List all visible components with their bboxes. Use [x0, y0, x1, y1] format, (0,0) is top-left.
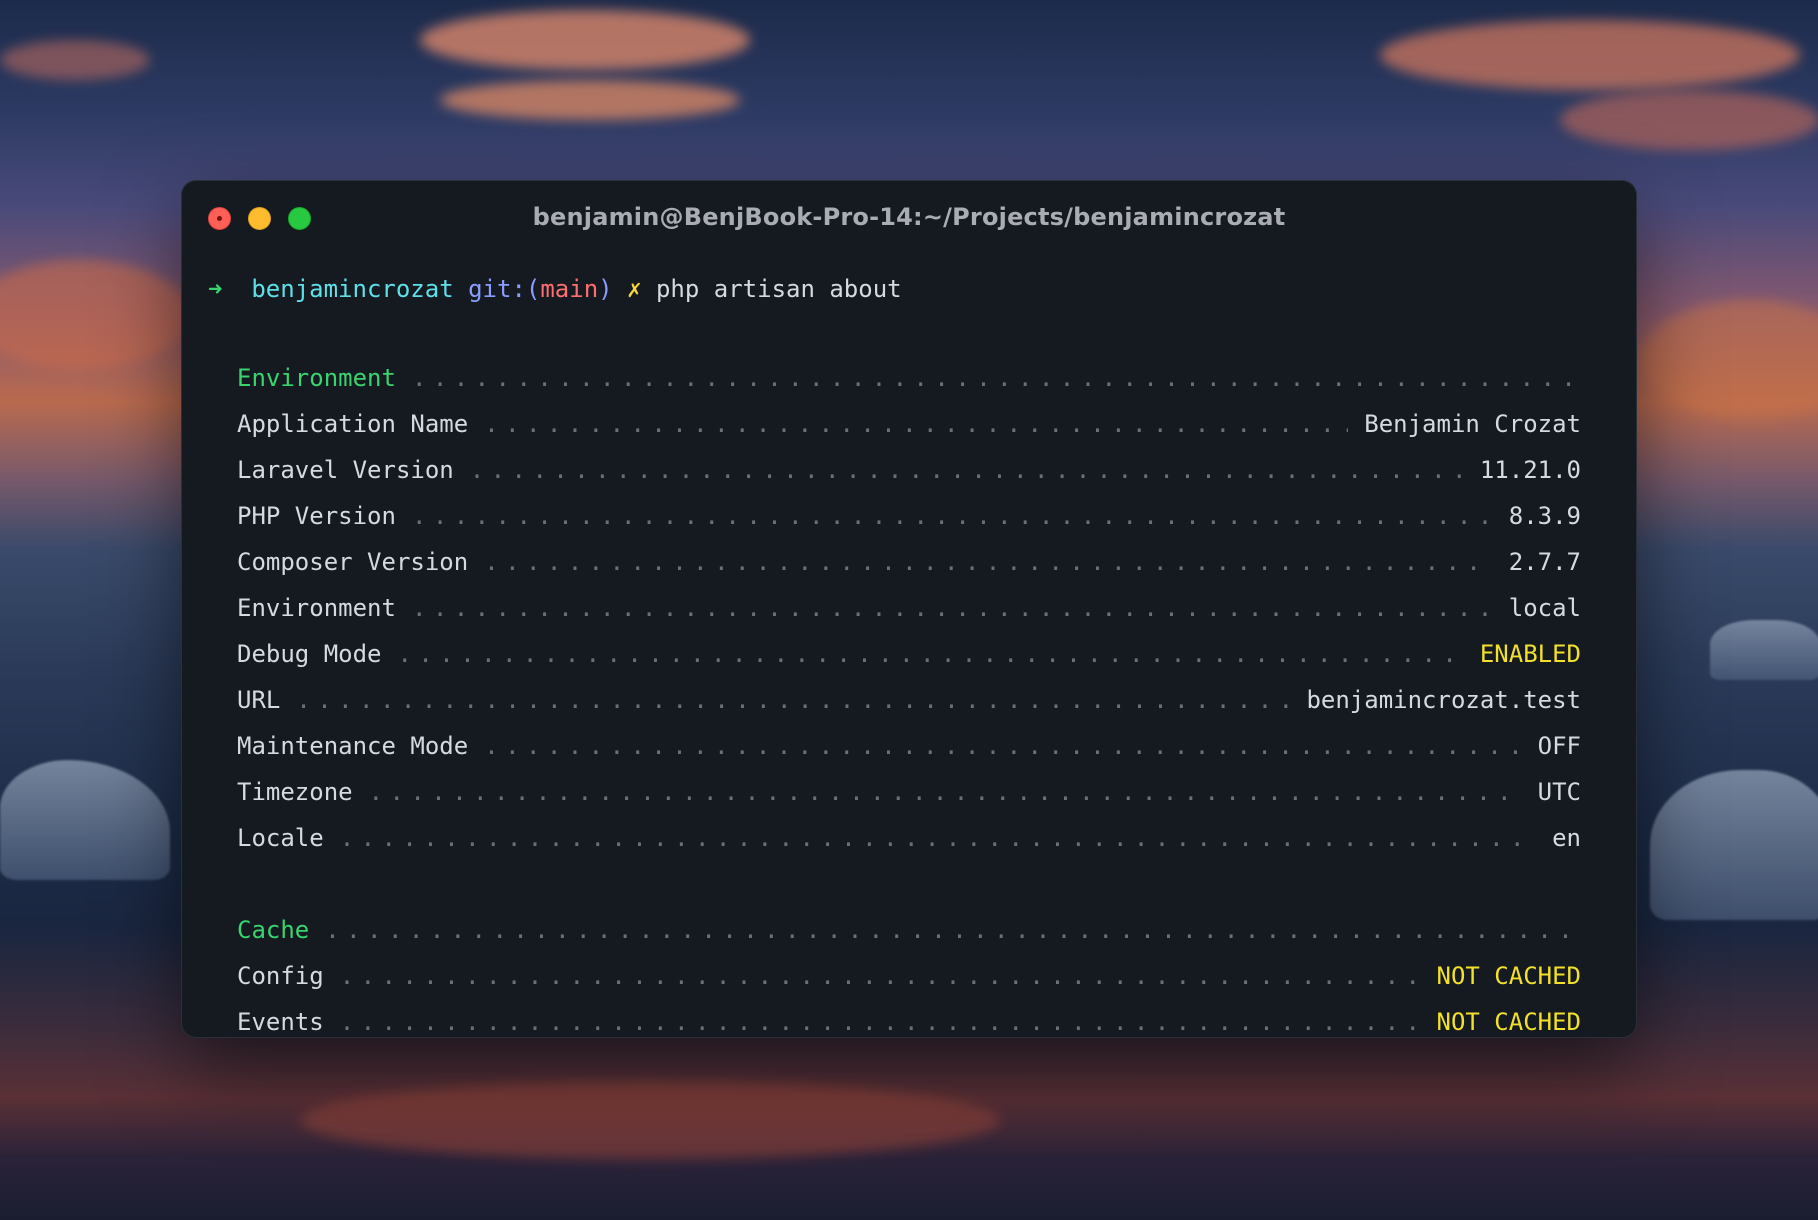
output-row: Composer Version 2.7.7 [237, 539, 1581, 585]
dot-leader [398, 631, 1464, 677]
window-titlebar[interactable]: benjamin@BenjBook-Pro-14:~/Projects/benj… [182, 181, 1636, 255]
section-heading-environment: Environment [237, 355, 1581, 401]
dot-leader [484, 723, 1521, 769]
dot-leader [484, 539, 1493, 585]
output-row: URL benjamincrozat.test [237, 677, 1581, 723]
prompt-git-prefix: git:( [468, 275, 541, 303]
row-label: Maintenance Mode [237, 732, 469, 760]
output-row: Debug Mode ENABLED [237, 631, 1581, 677]
dot-leader [412, 493, 1493, 539]
terminal-window[interactable]: benjamin@BenjBook-Pro-14:~/Projects/benj… [182, 181, 1636, 1037]
output-row: Environment local [237, 585, 1581, 631]
row-label: PHP Version [237, 502, 396, 530]
row-value: 11.21.0 [1479, 456, 1581, 484]
output-row: PHP Version 8.3.9 [237, 493, 1581, 539]
row-label: Laravel Version [237, 456, 454, 484]
row-label: Config [237, 962, 324, 990]
window-title: benjamin@BenjBook-Pro-14:~/Projects/benj… [532, 203, 1286, 231]
row-value-warning: NOT CACHED [1436, 962, 1582, 990]
prompt-directory: benjamincrozat [251, 275, 454, 303]
output-row: Locale en [237, 815, 1581, 861]
row-value-warning: NOT CACHED [1436, 1008, 1582, 1036]
row-value: UTC [1537, 778, 1581, 806]
dot-leader [412, 585, 1493, 631]
output-row: Timezone UTC [237, 769, 1581, 815]
row-value: en [1552, 824, 1581, 852]
row-label: Debug Mode [237, 640, 382, 668]
row-label: Events [237, 1008, 324, 1036]
dot-leader [340, 999, 1421, 1037]
dot-leader [340, 953, 1421, 999]
section-title: Environment [237, 364, 396, 392]
dot-leader [296, 677, 1290, 723]
row-value: Benjamin Crozat [1364, 410, 1581, 438]
output-row: Maintenance Mode OFF [237, 723, 1581, 769]
output-row: Application Name Benjamin Crozat [237, 401, 1581, 447]
row-value: local [1508, 594, 1581, 622]
row-label: Environment [237, 594, 396, 622]
prompt-git-suffix: ) [598, 275, 613, 303]
row-value: 2.7.7 [1508, 548, 1581, 576]
output-row: Events NOT CACHED [237, 999, 1581, 1037]
prompt-dirty-icon: ✗ [627, 275, 642, 303]
row-label: Locale [237, 824, 324, 852]
dot-leader [369, 769, 1522, 815]
row-label: URL [237, 686, 281, 714]
dot-leader [412, 355, 1581, 401]
row-value: 8.3.9 [1508, 502, 1581, 530]
output-row: Config NOT CACHED [237, 953, 1581, 999]
dot-leader [340, 815, 1536, 861]
row-label: Timezone [237, 778, 353, 806]
row-value: OFF [1537, 732, 1581, 760]
dot-leader [325, 907, 1581, 953]
about-output: Environment Application Name Benjamin Cr… [237, 355, 1581, 1037]
prompt-command: php artisan about [655, 275, 902, 303]
row-value: benjamincrozat.test [1306, 686, 1581, 714]
terminal-content[interactable]: ➜ benjamincrozat git:(main) ✗ php artisa… [182, 255, 1636, 1037]
row-value-warning: ENABLED [1479, 640, 1581, 668]
row-label: Application Name [237, 410, 469, 438]
section-heading-cache: Cache [237, 907, 1581, 953]
dot-leader [484, 401, 1348, 447]
section-title: Cache [237, 916, 310, 944]
row-label: Composer Version [237, 548, 469, 576]
output-row: Laravel Version 11.21.0 [237, 447, 1581, 493]
shell-prompt: ➜ benjamincrozat git:(main) ✗ php artisa… [208, 275, 902, 303]
prompt-git-branch: main [540, 275, 599, 303]
dot-leader [470, 447, 1464, 493]
prompt-arrow-icon: ➜ [208, 275, 223, 303]
